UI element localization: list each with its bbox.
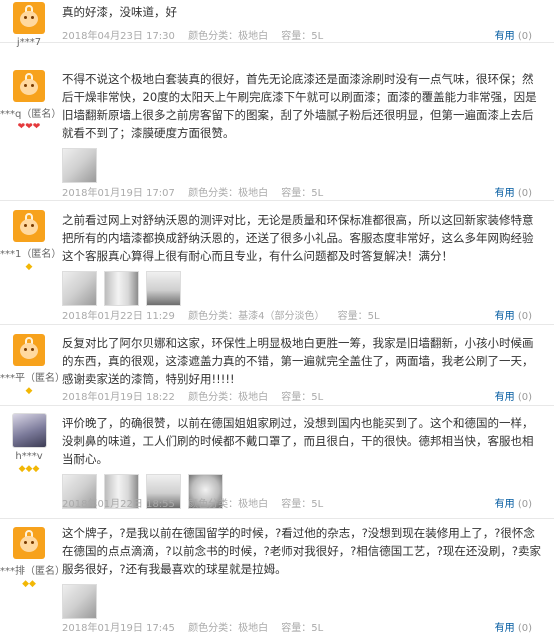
review-text: 评价晚了，的确很赞，以前在德国姐姐家刷过，没想到国内也能买到了。这个和德国的一样…	[62, 416, 534, 466]
useful-count: (0)	[517, 392, 532, 403]
yellow-diamond-icon: ◆	[29, 579, 36, 589]
review-meta: 2018年04月23日 17:30 颜色分类：极地白 容量：5L	[62, 27, 333, 42]
review-date: 2018年04月23日 17:30	[62, 31, 175, 42]
reviewer-info: ***q（匿名） ❤❤❤	[0, 70, 62, 132]
reviewer-info: ***1（匿名） ◆	[0, 210, 62, 272]
review-text: 这个牌子，?是我以前在德国留学的时候，?看过他的杂志，?没想到现在装修用上了，?…	[62, 526, 542, 576]
avatar[interactable]	[13, 527, 45, 559]
reviewer-username: ***q（匿名）	[0, 109, 62, 120]
review-item: ***q（匿名） ❤❤❤ 不得不说这个极地白套装真的很好，首先无论底漆还是面漆涂…	[0, 44, 554, 201]
reviewer-username: h***v	[15, 451, 43, 462]
review-meta: 2018年01月22日 11:29 颜色分类：基漆4（部分淡色） 容量：5L	[62, 307, 390, 322]
useful-count: (0)	[517, 499, 532, 510]
review-photo[interactable]	[146, 271, 181, 306]
review-capacity: 容量：5L	[281, 623, 324, 634]
useful-count: (0)	[517, 311, 532, 322]
review-photo[interactable]	[62, 148, 97, 183]
avatar[interactable]	[13, 2, 45, 34]
review-item: h***v ◆◆◆ 评价晚了，的确很赞，以前在德国姐姐家刷过，没想到国内也能买到…	[0, 407, 554, 519]
useful-button[interactable]: 有用	[495, 392, 515, 403]
avatar[interactable]	[13, 70, 45, 102]
review-color: 颜色分类：极地白	[188, 623, 269, 634]
review-photo[interactable]	[62, 584, 97, 619]
review-photos	[62, 271, 542, 306]
review-meta: 2018年01月19日 18:22 颜色分类：极地白 容量：5L	[62, 388, 333, 403]
review-item: ***1（匿名） ◆ 之前看过网上对舒纳沃恩的测评对比，无论是质量和环保标准都很…	[0, 202, 554, 325]
useful-button[interactable]: 有用	[495, 623, 515, 634]
reviewer-badges: ❤❤❤	[0, 122, 58, 132]
reviewer-info: ***排（匿名） ◆◆	[0, 527, 65, 589]
review-capacity: 容量：5L	[281, 499, 324, 510]
review-capacity: 容量：5L	[281, 188, 324, 199]
review-item: ***平（匿名） ◆ 反复对比了阿尔贝娜和这家，环保性上明显极地白更胜一筹，我家…	[0, 326, 554, 406]
reviewer-username: ***1（匿名）	[0, 249, 62, 260]
review-capacity: 容量：5L	[281, 31, 324, 42]
review-date: 2018年01月22日 18:55	[62, 499, 175, 510]
useful-button[interactable]: 有用	[495, 311, 515, 322]
review-text: 真的好漆，没味道，好	[62, 5, 177, 19]
useful-count: (0)	[517, 188, 532, 199]
reviewer-badges: ◆◆	[0, 579, 58, 589]
review-date: 2018年01月19日 17:07	[62, 188, 175, 199]
reviewer-info: j***7	[0, 2, 58, 48]
review-color: 颜色分类：极地白	[188, 31, 269, 42]
review-text: 反复对比了阿尔贝娜和这家，环保性上明显极地白更胜一筹，我家是旧墙翻新，小孩小时候…	[62, 336, 534, 386]
useful-count: (0)	[517, 31, 532, 42]
review-date: 2018年01月19日 18:22	[62, 392, 175, 403]
reviewer-badges: ◆	[0, 262, 58, 272]
useful-button[interactable]: 有用	[495, 188, 515, 199]
review-photo[interactable]	[104, 271, 139, 306]
review-color: 颜色分类：基漆4（部分淡色）	[188, 311, 325, 322]
useful-vote: 有用 (0)	[495, 184, 532, 199]
reviewer-badges: ◆	[0, 386, 58, 396]
useful-button[interactable]: 有用	[495, 31, 515, 42]
review-photos	[62, 584, 542, 619]
review-color: 颜色分类：极地白	[188, 392, 269, 403]
useful-count: (0)	[517, 623, 532, 634]
review-text: 不得不说这个极地白套装真的很好，首先无论底漆还是面漆涂刷时没有一点气味，很环保；…	[62, 72, 537, 140]
review-photo[interactable]	[62, 271, 97, 306]
useful-vote: 有用 (0)	[495, 495, 532, 510]
review-meta: 2018年01月19日 17:07 颜色分类：极地白 容量：5L	[62, 184, 333, 199]
reviewer-username: ***平（匿名）	[0, 373, 65, 384]
avatar[interactable]	[11, 413, 47, 448]
review-color: 颜色分类：极地白	[188, 499, 269, 510]
review-color: 颜色分类：极地白	[188, 188, 269, 199]
review-text: 之前看过网上对舒纳沃恩的测评对比，无论是质量和环保标准都很高，所以这回新家装修特…	[62, 213, 534, 263]
yellow-diamond-icon: ◆	[25, 262, 33, 272]
review-date: 2018年01月22日 11:29	[62, 311, 175, 322]
reviewer-badges: ◆◆◆	[0, 464, 58, 474]
useful-vote: 有用 (0)	[495, 307, 532, 322]
yellow-diamond-icon: ◆	[18, 464, 26, 474]
review-meta: 2018年01月22日 18:55 颜色分类：极地白 容量：5L	[62, 495, 333, 510]
review-meta: 2018年01月19日 17:45 颜色分类：极地白 容量：5L	[62, 619, 333, 634]
yellow-diamond-icon: ◆	[25, 386, 33, 396]
review-item: ***排（匿名） ◆◆ 这个牌子，?是我以前在德国留学的时候，?看过他的杂志，?…	[0, 520, 554, 635]
reviewer-info: ***平（匿名） ◆	[0, 334, 65, 396]
reviewer-info: h***v ◆◆◆	[0, 413, 58, 474]
red-heart-icon: ❤	[32, 122, 41, 132]
review-capacity: 容量：5L	[281, 392, 324, 403]
avatar[interactable]	[13, 210, 45, 242]
avatar[interactable]	[13, 334, 45, 366]
yellow-diamond-icon: ◆	[22, 579, 29, 589]
review-capacity: 容量：5L	[337, 311, 380, 322]
review-item: j***7 真的好漆，没味道，好 2018年04月23日 17:30 颜色分类：…	[0, 0, 554, 48]
useful-vote: 有用 (0)	[495, 27, 532, 42]
review-photos	[62, 148, 542, 183]
review-date: 2018年01月19日 17:45	[62, 623, 175, 634]
reviewer-username: ***排（匿名）	[0, 566, 65, 577]
red-heart-icon: ❤	[25, 122, 33, 132]
useful-vote: 有用 (0)	[495, 388, 532, 403]
useful-vote: 有用 (0)	[495, 619, 532, 634]
useful-button[interactable]: 有用	[495, 499, 515, 510]
yellow-diamond-icon: ◆	[32, 464, 40, 474]
